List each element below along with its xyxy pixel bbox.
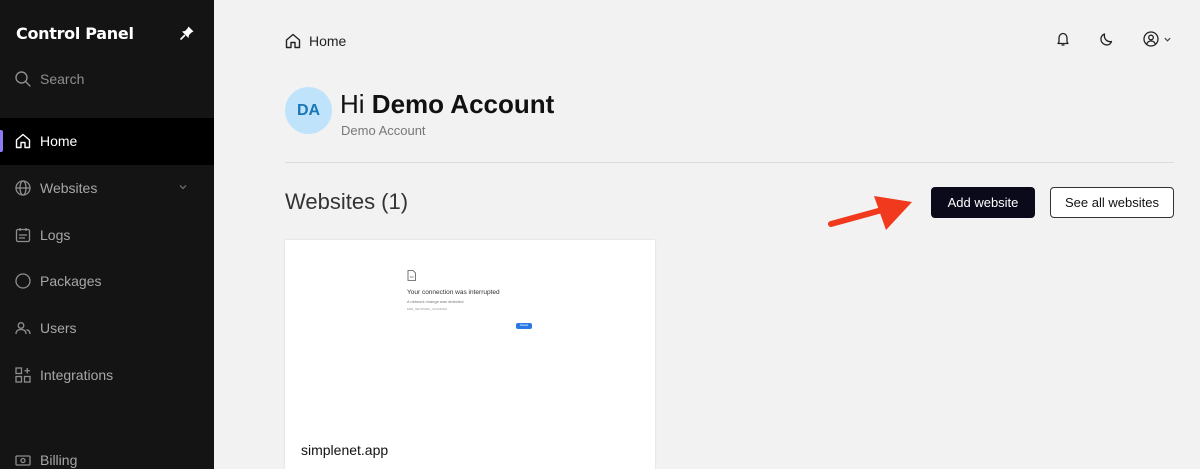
preview-error-code: ERR_NETWORK_CHANGED [407, 307, 448, 311]
pin-icon[interactable] [178, 24, 196, 42]
grid-plus-icon [14, 366, 32, 384]
preview-subtitle: A network change was detected. [407, 299, 465, 304]
sidebar-item-integrations[interactable]: Integrations [0, 351, 214, 398]
user-circle-icon [1142, 30, 1160, 48]
preview-title: Your connection was interrupted [407, 289, 500, 296]
theme-toggle-button[interactable] [1098, 30, 1116, 48]
sidebar-item-users[interactable]: Users [0, 305, 214, 352]
breadcrumb-label: Home [309, 33, 347, 49]
website-name[interactable]: simplenet.app [301, 442, 388, 458]
sidebar-item-label: Logs [40, 226, 71, 243]
circle-icon [14, 272, 32, 290]
calendar-list-icon [14, 226, 32, 244]
search-label: Search [40, 71, 85, 87]
chevron-down-icon[interactable] [178, 182, 188, 192]
chevron-down-icon [1163, 35, 1172, 44]
document-icon [407, 270, 416, 281]
sidebar-search[interactable]: Search [14, 69, 84, 89]
home-icon [14, 132, 32, 150]
see-all-websites-button[interactable]: See all websites [1050, 187, 1174, 218]
sidebar-item-label: Integrations [40, 366, 114, 383]
website-preview: Your connection was interrupted A networ… [285, 240, 655, 430]
sidebar-item-label: Users [40, 320, 77, 337]
greeting-hi: Hi [340, 89, 365, 119]
globe-icon [14, 179, 32, 197]
top-toolbar [1054, 30, 1172, 48]
sidebar-item-home[interactable]: Home [0, 118, 214, 165]
page-title: Hi Demo Account [340, 89, 554, 120]
sidebar: Control Panel Search Home Websites Logs … [0, 0, 214, 469]
avatar: DA [285, 87, 332, 134]
billing-icon [14, 451, 32, 469]
preview-reload-button: Reload [516, 323, 532, 329]
sidebar-item-label: Packages [40, 273, 102, 290]
breadcrumb[interactable]: Home [284, 30, 346, 52]
sidebar-item-websites[interactable]: Websites [0, 165, 214, 212]
moon-icon [1098, 30, 1116, 48]
sidebar-header: Control Panel [16, 22, 196, 44]
sidebar-item-billing[interactable]: Billing [14, 450, 77, 469]
search-icon [14, 70, 32, 88]
sidebar-nav: Home Websites Logs Packages Users Integr… [0, 118, 214, 398]
app-title: Control Panel [16, 23, 134, 43]
add-website-button[interactable]: Add website [931, 187, 1035, 218]
divider [285, 162, 1174, 163]
greeting-name: Demo Account [371, 89, 555, 119]
users-icon [14, 319, 32, 337]
annotation-arrow-icon [828, 196, 912, 230]
websites-heading: Websites (1) [285, 189, 409, 214]
notifications-button[interactable] [1054, 30, 1072, 48]
sidebar-item-packages[interactable]: Packages [0, 258, 214, 305]
home-icon [284, 32, 302, 50]
sidebar-item-label: Billing [40, 452, 78, 468]
account-subtitle: Demo Account [341, 123, 426, 138]
sidebar-item-label: Websites [40, 180, 98, 197]
website-card[interactable]: Your connection was interrupted A networ… [285, 240, 655, 469]
account-menu-button[interactable] [1142, 30, 1172, 48]
bell-icon [1054, 30, 1072, 48]
sidebar-item-logs[interactable]: Logs [0, 211, 214, 258]
sidebar-item-label: Home [40, 133, 78, 150]
